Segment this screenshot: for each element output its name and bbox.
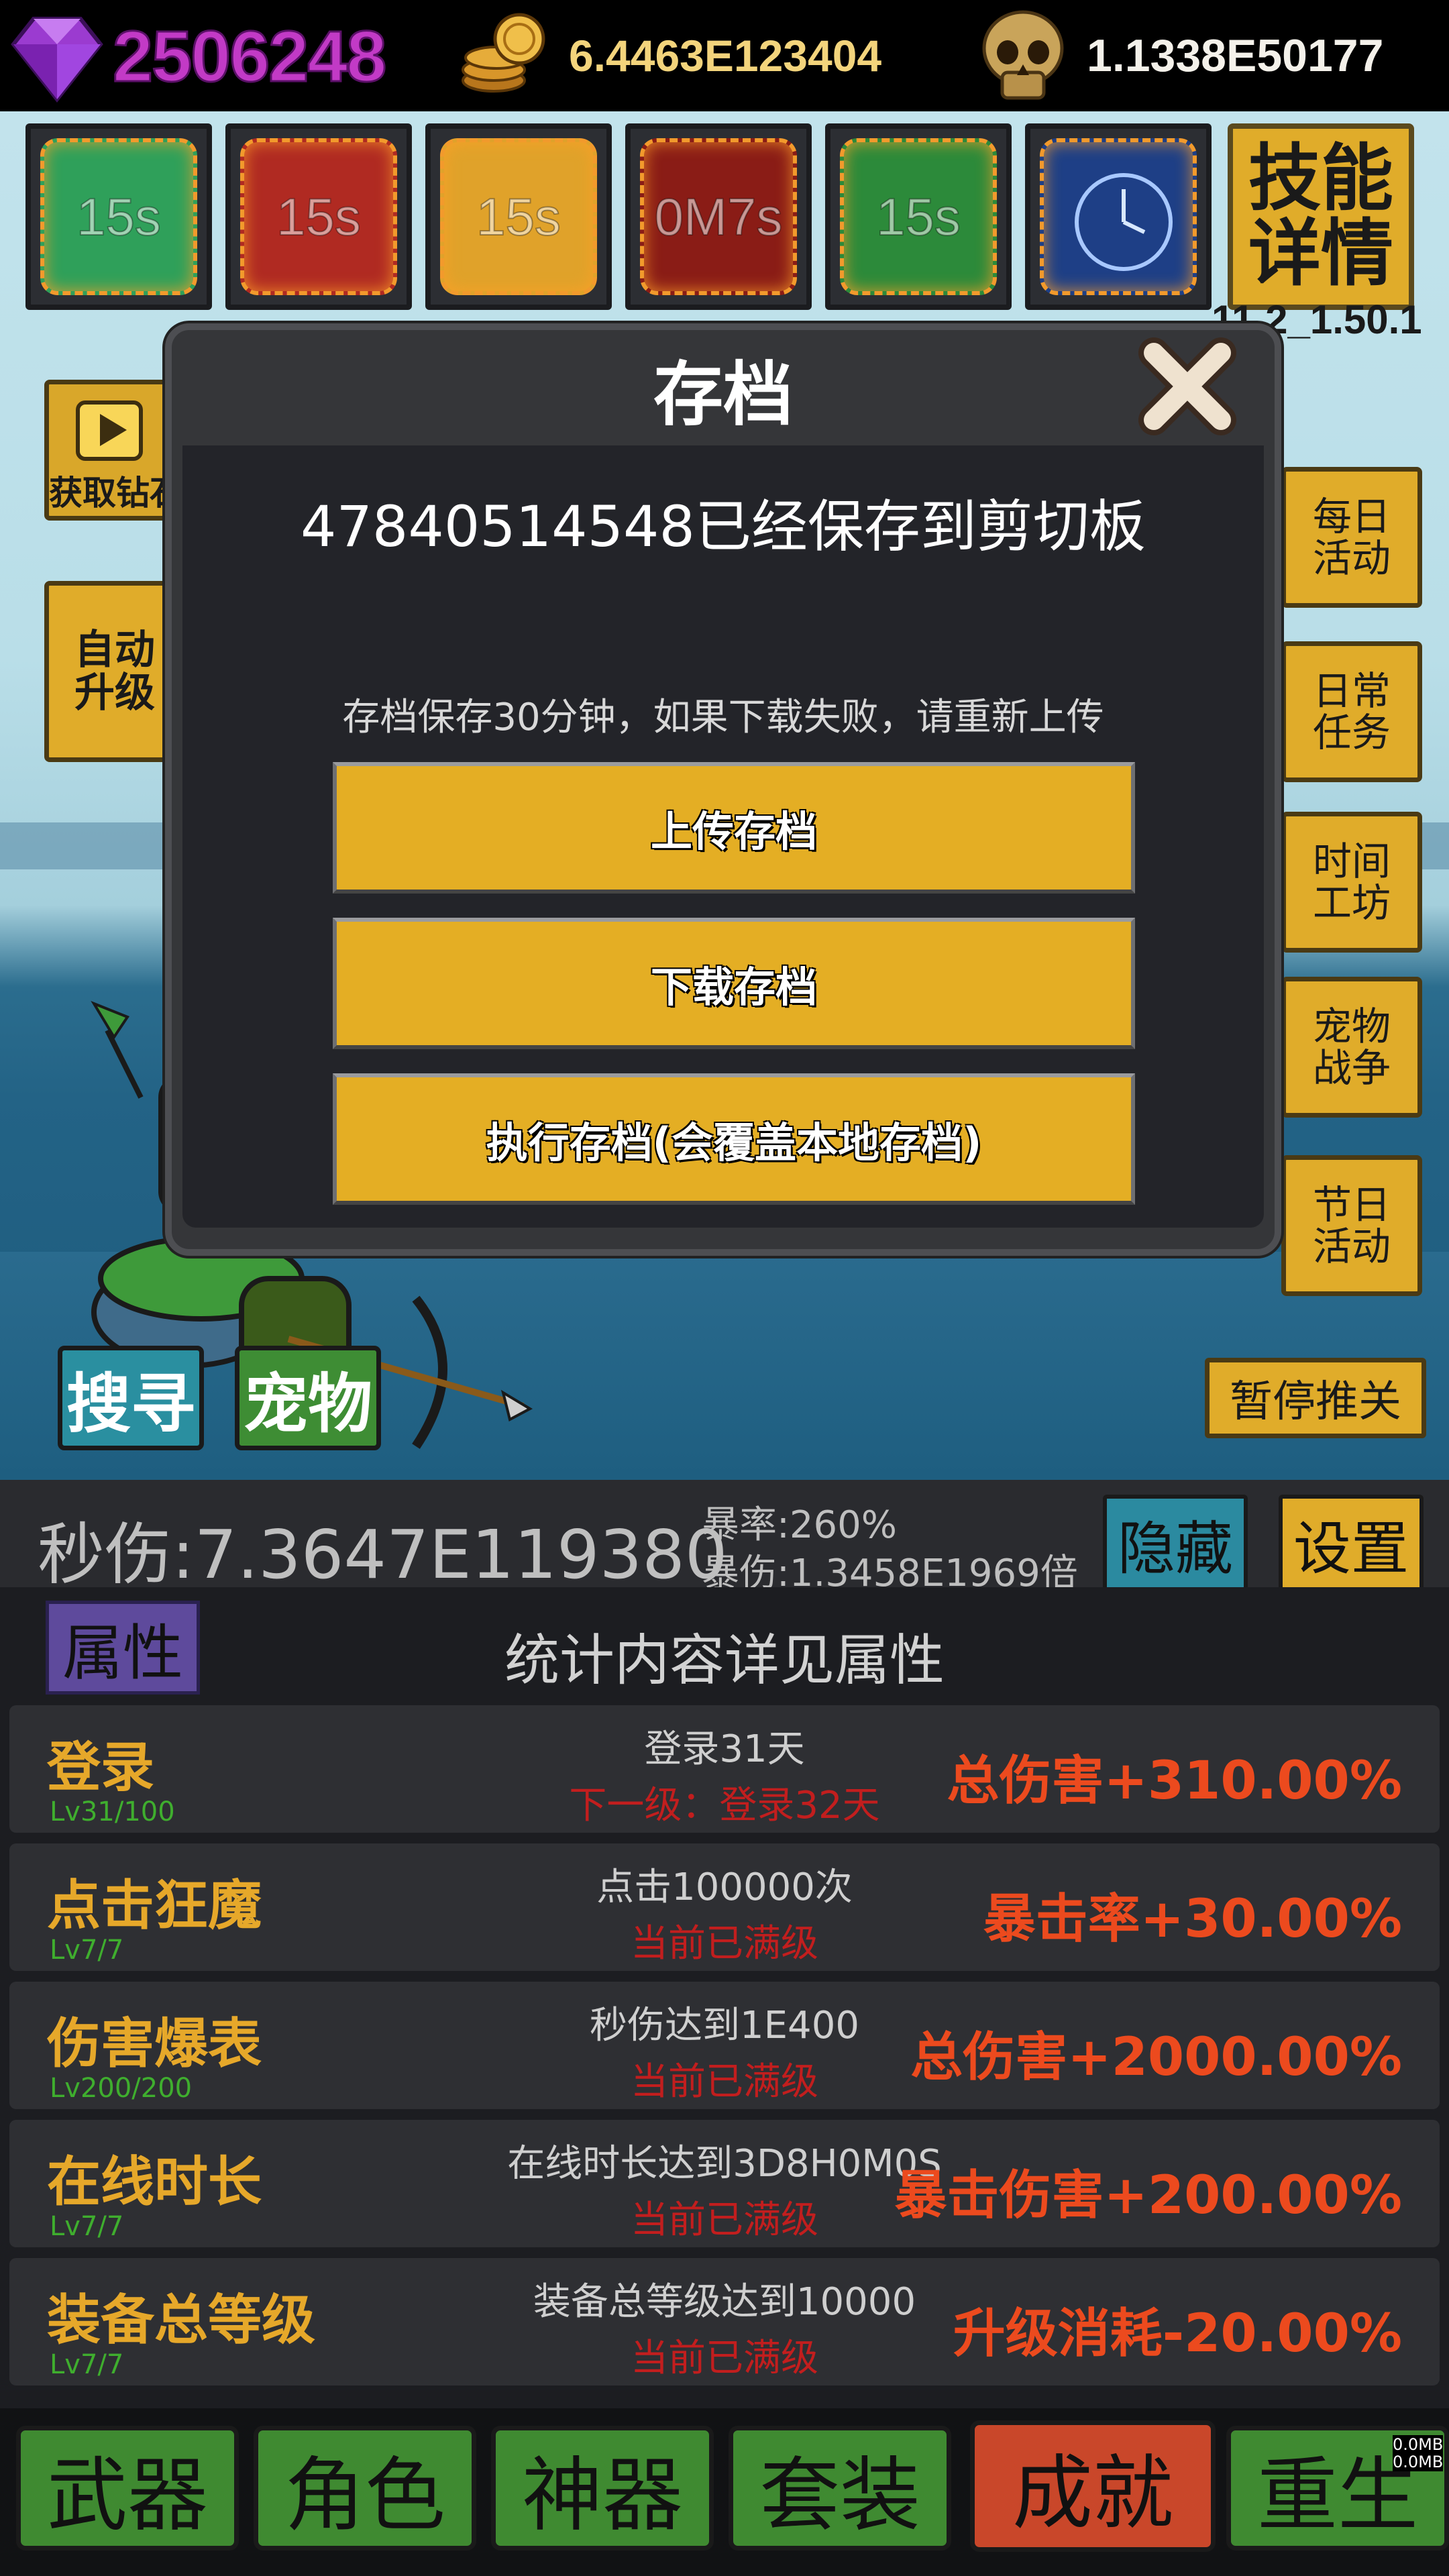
video-play-icon (76, 400, 143, 461)
execute-save-button[interactable]: 执行存档(会覆盖本地存档) (333, 1073, 1135, 1205)
achievement-row: 伤害爆表 Lv200/200 秒伤达到1E400 当前已满级 总伤害+2000.… (9, 1982, 1440, 2109)
achievement-bonus: 总伤害+2000.00% (910, 2027, 1402, 2088)
skill-cooldown: 15s (875, 186, 961, 247)
close-icon (1138, 337, 1236, 435)
gem-icon (7, 5, 107, 106)
nav-weapons-tab[interactable]: 武器 (16, 2426, 239, 2551)
skull-counter: 1.1338E50177 (973, 0, 1383, 111)
achievement-bonus: 总伤害+310.00% (947, 1751, 1402, 1811)
daily-activity-button[interactable]: 每日活动 (1281, 467, 1422, 608)
nav-achievements-label: 成就 (1012, 2447, 1173, 2540)
skull-icon (973, 5, 1073, 106)
clock-icon (1075, 173, 1173, 271)
skill-cooldown: 0M7s (654, 186, 784, 247)
memory-readout: 0.0MB (1393, 2453, 1444, 2471)
achievement-row: 点击狂魔 Lv7/7 点击100000次 当前已满级 暴击率+30.00% (9, 1843, 1440, 1971)
get-diamonds-video-button[interactable]: 获取钻石 (44, 380, 185, 521)
hide-button[interactable]: 隐藏 (1103, 1495, 1248, 1591)
panel-title: 统计内容详见属性 (504, 1629, 945, 1693)
skill-slot-6[interactable] (1025, 123, 1212, 310)
dps-value: 秒伤:7.3647E119380 (38, 1515, 728, 1594)
nav-artifacts-label: 神器 (522, 2449, 683, 2542)
nav-weapons-label: 武器 (47, 2449, 208, 2542)
search-button[interactable]: 搜寻 (58, 1346, 204, 1450)
nav-character-label: 角色 (284, 2449, 445, 2542)
crit-rate-value: 暴率:260% (702, 1503, 897, 1547)
achievement-bonus: 暴击率+30.00% (983, 1889, 1402, 1949)
achievement-bonus: 暴击伤害+200.00% (894, 2165, 1402, 2226)
dialog-header: 存档 (172, 330, 1275, 445)
nav-artifacts-tab[interactable]: 神器 (491, 2426, 714, 2551)
nav-sets-tab[interactable]: 套装 (729, 2426, 951, 2551)
skill-cooldown: 15s (76, 186, 162, 247)
pet-war-label: 宠物战争 (1312, 1004, 1391, 1091)
bottom-nav: 武器 角色 神器 套装 成就 重生 (0, 2408, 1449, 2576)
skill-slot-5[interactable]: 15s (825, 123, 1012, 310)
pet-button[interactable]: 宠物 (235, 1346, 381, 1450)
download-save-label: 下载存档 (650, 963, 817, 1012)
download-save-button[interactable]: 下载存档 (333, 918, 1135, 1049)
nav-achievements-tab[interactable]: 成就 (970, 2420, 1216, 2552)
close-button[interactable] (1127, 326, 1248, 447)
achievements-panel: 属性 统计内容详见属性 登录 Lv31/100 登录31天 下一级：登录32天 … (0, 1587, 1449, 2408)
dialog-body: 47840514548已经保存到剪切板 存档保存30分钟，如果下载失败，请重新上… (182, 445, 1264, 1228)
achievement-row: 装备总等级 Lv7/7 装备总等级达到10000 当前已满级 升级消耗-20.0… (9, 2258, 1440, 2385)
skill-slot-1[interactable]: 15s (25, 123, 212, 310)
save-note: 存档保存30分钟，如果下载失败，请重新上传 (342, 696, 1104, 739)
skill-cooldown: 15s (276, 186, 362, 247)
pet-war-button[interactable]: 宠物战争 (1281, 977, 1422, 1118)
festival-activity-button[interactable]: 节日活动 (1281, 1155, 1422, 1296)
get-diamonds-label: 获取钻石 (49, 474, 180, 513)
skill-slot-3[interactable]: 15s (425, 123, 612, 310)
daily-tasks-label: 日常任务 (1312, 668, 1391, 755)
upload-save-label: 上传存档 (650, 807, 817, 856)
achievement-row: 在线时长 Lv7/7 在线时长达到3D8H0M0S 当前已满级 暴击伤害+200… (9, 2120, 1440, 2247)
skill-6-art (1040, 138, 1197, 295)
pause-advance-button[interactable]: 暂停推关 (1205, 1358, 1426, 1438)
festival-activity-label: 节日活动 (1312, 1182, 1391, 1269)
skull-amount: 1.1338E50177 (1087, 30, 1384, 81)
gold-amount: 6.4463E123404 (569, 31, 882, 80)
time-workshop-button[interactable]: 时间工坊 (1281, 812, 1422, 953)
achievement-bonus: 升级消耗-20.00% (953, 2304, 1402, 2364)
skill-details-label: 技能详情 (1248, 137, 1393, 296)
auto-upgrade-label: 自动升级 (74, 627, 155, 716)
currency-bar: 2506248 6.4463E123404 1.1338E50177 (0, 0, 1449, 111)
save-dialog: 存档 47840514548已经保存到剪切板 存档保存30分钟，如果下载失败，请… (165, 323, 1281, 1256)
gem-amount: 2506248 (111, 14, 387, 97)
settings-button[interactable]: 设置 (1279, 1495, 1424, 1591)
skill-slot-4[interactable]: 0M7s (625, 123, 812, 310)
pause-advance-label: 暂停推关 (1230, 1377, 1401, 1427)
auto-upgrade-button[interactable]: 自动升级 (44, 581, 185, 762)
gem-counter: 2506248 (7, 0, 388, 111)
hide-label: 隐藏 (1118, 1515, 1233, 1582)
skill-details-button[interactable]: 技能详情 (1228, 123, 1414, 310)
clipboard-message: 47840514548已经保存到剪切板 (301, 494, 1146, 559)
dialog-title: 存档 (653, 353, 793, 435)
nav-character-tab[interactable]: 角色 (254, 2426, 476, 2551)
stats-strip: 秒伤:7.3647E119380 暴率:260% 暴伤:1.3458E1969倍… (0, 1480, 1449, 1595)
memory-readout: 0.0MB (1393, 2435, 1444, 2454)
skill-slot-2[interactable]: 15s (225, 123, 412, 310)
settings-label: 设置 (1293, 1515, 1409, 1582)
time-workshop-label: 时间工坊 (1312, 839, 1391, 926)
gold-coins-icon (453, 5, 554, 106)
nav-sets-label: 套装 (759, 2449, 920, 2542)
search-label: 搜寻 (66, 1366, 195, 1442)
skill-cooldown: 15s (476, 186, 561, 247)
daily-activity-label: 每日活动 (1312, 494, 1391, 581)
achievement-row: 登录 Lv31/100 登录31天 下一级：登录32天 总伤害+310.00% (9, 1705, 1440, 1833)
upload-save-button[interactable]: 上传存档 (333, 762, 1135, 894)
pet-label: 宠物 (244, 1366, 372, 1442)
daily-tasks-button[interactable]: 日常任务 (1281, 641, 1422, 782)
gold-counter: 6.4463E123404 (453, 0, 881, 111)
execute-save-label: 执行存档(会覆盖本地存档) (486, 1118, 982, 1167)
